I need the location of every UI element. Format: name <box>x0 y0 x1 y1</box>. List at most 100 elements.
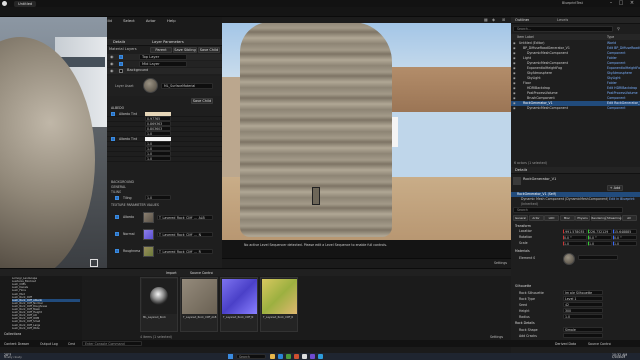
filter-tab-lod[interactable]: LOD <box>544 215 559 221</box>
cb-import-button[interactable]: Import <box>166 271 177 275</box>
layer-background[interactable]: ◉ Background <box>107 68 222 74</box>
layer-mid[interactable]: ◉ Mid Layer <box>107 61 222 67</box>
derived-data-button[interactable]: Derived Data <box>555 342 576 346</box>
filter-tab-streaming[interactable]: Streaming <box>606 215 621 221</box>
group-tiling[interactable]: TILING <box>111 190 121 194</box>
cb-asset-tile[interactable]: T_Layered_Rock_Cliff_ALB <box>180 277 218 332</box>
rock-detail-value[interactable] <box>563 333 603 338</box>
filter-icon[interactable]: ⚲ <box>617 26 620 31</box>
edge-icon[interactable] <box>278 354 283 359</box>
texture-normal-dropdown[interactable]: T_Layered_Rock_Cliff_..._N <box>157 232 213 237</box>
file-explorer-icon[interactable] <box>270 354 275 359</box>
materials-section-header[interactable]: Materials <box>515 249 530 253</box>
taskbar-search[interactable]: Search <box>236 354 266 359</box>
albedo-section-header[interactable]: ALBEDO <box>111 106 124 110</box>
col-type[interactable]: Type <box>607 35 614 39</box>
layer-mid-name[interactable]: Mid Layer <box>139 61 187 67</box>
outliner-search-input[interactable]: Search... <box>513 26 613 32</box>
eye-icon[interactable]: ◉ <box>110 61 114 66</box>
content-drawer-button[interactable]: Content Drawer <box>4 342 29 346</box>
rotation-z[interactable]: 0.0 ° <box>613 235 637 240</box>
albedo2-a-field[interactable]: 1.0 <box>145 156 171 161</box>
collections-label[interactable]: Collections <box>4 332 21 336</box>
scale-x[interactable]: 1.0 <box>563 241 587 246</box>
location-z[interactable]: 15.648885 <box>613 229 637 234</box>
visibility-icon[interactable]: ◉ <box>513 106 516 111</box>
close-icon[interactable]: × <box>629 0 635 6</box>
texture-roughness-dropdown[interactable]: T_Layered_Rock_Cliff_..._R <box>157 249 213 254</box>
unreal-taskbar-icon[interactable] <box>302 354 307 359</box>
material-preview-viewport[interactable] <box>0 17 107 272</box>
transform-gizmo[interactable] <box>312 187 320 205</box>
silhouette-row-value[interactable]: 42 <box>563 302 603 307</box>
layout-icon[interactable]: ⊞ <box>502 17 505 22</box>
layer-top-name[interactable]: Top Layer <box>139 54 187 60</box>
tab-outliner[interactable]: Outliner <box>515 18 529 23</box>
camera-speed-icon[interactable]: ◈ <box>492 17 495 22</box>
filter-tab-actor[interactable]: Actor <box>528 215 544 221</box>
layer-top-checkbox[interactable] <box>119 55 123 59</box>
texture-albedo-thumb[interactable] <box>143 212 154 223</box>
console-input[interactable]: Enter Console Command <box>82 341 142 346</box>
start-icon[interactable] <box>228 354 233 359</box>
store-icon[interactable] <box>318 354 323 359</box>
group-background[interactable]: BACKGROUND <box>111 180 134 184</box>
edit-in-blueprint-link[interactable]: Edit in Blueprint <box>609 197 635 201</box>
parent-button[interactable]: Parent <box>150 47 172 53</box>
app-icon[interactable] <box>286 354 291 359</box>
save-child-button-2[interactable]: Save Child <box>191 98 213 104</box>
sequencer-settings[interactable]: Settings <box>494 261 507 265</box>
maximize-icon[interactable]: □ <box>618 0 624 6</box>
minimize-icon[interactable]: – <box>608 0 614 6</box>
filter-tab-misc[interactable]: Misc <box>559 215 575 221</box>
silhouette-section-header[interactable]: Silhouette <box>515 284 531 288</box>
filter-tab-general[interactable]: General <box>513 215 528 221</box>
tab-levels[interactable]: Levels <box>557 18 568 23</box>
tiling-checkbox[interactable] <box>115 196 119 200</box>
scale-y[interactable]: 1.0 <box>588 241 612 246</box>
source-control-button[interactable]: Source Control <box>588 342 611 346</box>
tab-details[interactable]: Details <box>515 168 527 173</box>
group-general[interactable]: GENERAL <box>111 185 126 189</box>
tab-layer-parameters[interactable]: Layer Parameters <box>152 40 184 45</box>
silhouette-row-value[interactable]: 1.0 <box>563 314 603 319</box>
silhouette-row-value[interactable]: Level 1 <box>563 296 603 301</box>
silhouette-row-value[interactable]: Im ple Silhouette <box>563 290 603 295</box>
layer-asset-thumbnail[interactable] <box>143 78 158 93</box>
cb-source-control[interactable]: Source Control <box>190 271 213 275</box>
grid-snap-icon[interactable]: ▦ <box>484 17 488 22</box>
component-mesh[interactable]: Dynamic Mesh Component (DynamicMeshCompo… <box>521 197 608 201</box>
cb-settings[interactable]: Settings <box>490 335 503 339</box>
texture-normal-thumb[interactable] <box>143 229 154 240</box>
tiling-field[interactable]: 1.0 <box>145 195 171 200</box>
cb-asset-tile[interactable]: T_Layered_Rock_Cliff_N <box>220 277 258 332</box>
filter-tab-rendering[interactable]: Rendering <box>590 215 606 221</box>
col-item-label[interactable]: Item Label <box>517 35 534 39</box>
add-component-button[interactable]: + Add <box>607 185 623 191</box>
transform-section-header[interactable]: Transform <box>515 224 531 228</box>
actor-name[interactable]: RockGenerator_V1 <box>523 177 556 182</box>
cb-splitter[interactable] <box>82 276 85 346</box>
save-sibling-button[interactable]: Save Sibling <box>173 47 197 53</box>
rotation-y[interactable]: 0.0 ° <box>588 235 612 240</box>
details-search-input[interactable]: Search <box>513 207 623 213</box>
material-thumbnail[interactable] <box>563 253 575 265</box>
tab-details[interactable]: Details <box>113 40 125 45</box>
texture-albedo-dropdown[interactable]: T_Layered_Rock_Cliff_..._ALB <box>157 215 213 220</box>
eye-icon[interactable]: ◉ <box>110 54 114 59</box>
silhouette-row-value[interactable]: 300 <box>563 308 603 313</box>
menu-select[interactable]: Select <box>123 17 135 24</box>
texture-albedo-checkbox[interactable] <box>115 215 119 219</box>
cb-folder-item[interactable]: Lush_Rock_Cliff_Wide <box>12 327 40 330</box>
cb-asset-tile[interactable]: ML_Layered_Rock <box>140 277 178 332</box>
layer-mid-checkbox[interactable] <box>119 62 123 66</box>
level-viewport[interactable]: No active Level Sequencer detected. Plea… <box>222 17 511 258</box>
layer-asset-dropdown[interactable]: ML_SurfaceMaterial <box>161 83 213 89</box>
texture-roughness-thumb[interactable] <box>143 246 154 257</box>
material-dropdown[interactable] <box>578 255 618 260</box>
filter-tab-physics[interactable]: Physics <box>575 215 590 221</box>
texture-roughness-checkbox[interactable] <box>115 249 119 253</box>
rock-details-section-header[interactable]: Rock Details <box>515 321 535 325</box>
texture-params-header[interactable]: TEXTURE PARAMETER VALUES <box>111 203 159 207</box>
teams-icon[interactable] <box>310 354 315 359</box>
